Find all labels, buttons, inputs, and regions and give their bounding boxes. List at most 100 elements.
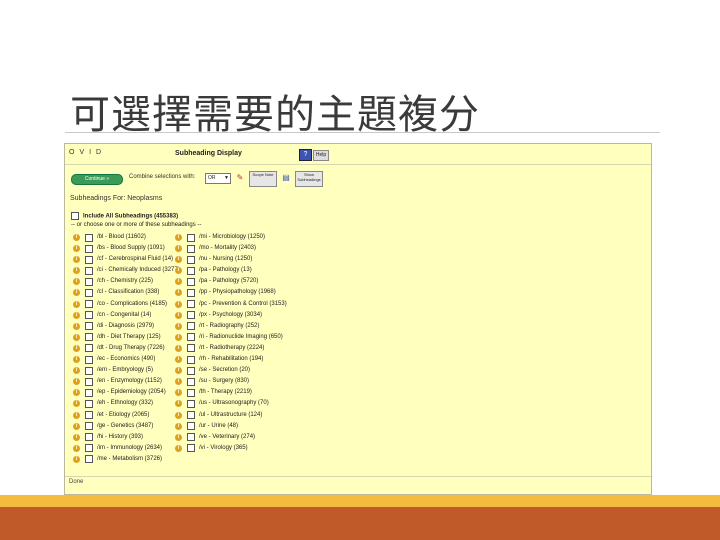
- subheading-checkbox[interactable]: [85, 433, 93, 442]
- subheading-checkbox[interactable]: [85, 288, 93, 297]
- subheading-checkbox[interactable]: [187, 255, 195, 264]
- subheading-checkbox[interactable]: [187, 344, 195, 353]
- subheading-checkbox[interactable]: [85, 399, 93, 408]
- info-icon[interactable]: i: [73, 344, 80, 352]
- info-icon[interactable]: i: [73, 433, 80, 441]
- subheading-checkbox[interactable]: [85, 255, 93, 264]
- info-icon[interactable]: i: [175, 356, 182, 364]
- info-icon[interactable]: i: [73, 311, 80, 319]
- subheading-checkbox[interactable]: [85, 344, 93, 353]
- info-icon[interactable]: i: [175, 389, 182, 397]
- include-all-checkbox[interactable]: [71, 212, 79, 220]
- info-icon[interactable]: i: [73, 444, 80, 452]
- subheading-checkbox[interactable]: [187, 322, 195, 331]
- scope-note-button[interactable]: Scope Note: [249, 171, 277, 187]
- info-icon[interactable]: i: [175, 245, 182, 253]
- subheading-checkbox[interactable]: [187, 277, 195, 286]
- help-button[interactable]: Help: [313, 150, 329, 161]
- subheading-checkbox[interactable]: [85, 333, 93, 342]
- subheading-checkbox[interactable]: [187, 399, 195, 408]
- subheading-label: /cf - Cerebrospinal Fluid (14): [97, 256, 174, 263]
- subheading-checkbox[interactable]: [187, 433, 195, 442]
- subheading-checkbox[interactable]: [187, 355, 195, 364]
- subheading-checkbox[interactable]: [85, 444, 93, 453]
- info-icon[interactable]: i: [73, 455, 80, 463]
- subheading-item: i/ep - Epidemiology (2054): [73, 387, 180, 398]
- scope-note-icon[interactable]: ✎: [235, 173, 245, 182]
- subheading-item: i/eh - Ethnology (332): [73, 398, 180, 409]
- subheading-checkbox[interactable]: [187, 266, 195, 275]
- info-icon[interactable]: i: [175, 444, 182, 452]
- subheading-checkbox[interactable]: [85, 277, 93, 286]
- info-icon[interactable]: i: [73, 289, 80, 297]
- continue-button[interactable]: Continue »: [71, 174, 123, 185]
- info-icon[interactable]: i: [73, 356, 80, 364]
- subheading-label: /rt - Radiography (252): [199, 322, 260, 329]
- info-icon[interactable]: i: [73, 234, 80, 241]
- info-icon[interactable]: i: [73, 411, 80, 419]
- info-icon[interactable]: i: [73, 422, 80, 430]
- subheading-checkbox[interactable]: [85, 388, 93, 397]
- subheading-checkbox[interactable]: [187, 366, 195, 375]
- subheading-checkbox[interactable]: [187, 244, 195, 253]
- info-icon[interactable]: i: [175, 333, 182, 341]
- info-icon[interactable]: i: [175, 433, 182, 441]
- subheading-checkbox[interactable]: [187, 377, 195, 386]
- info-icon[interactable]: i: [175, 422, 182, 430]
- info-icon[interactable]: i: [73, 378, 80, 386]
- subheading-checkbox[interactable]: [85, 244, 93, 253]
- info-icon[interactable]: i: [73, 400, 80, 408]
- subheading-checkbox[interactable]: [85, 233, 93, 242]
- info-icon[interactable]: i: [175, 278, 182, 286]
- info-icon[interactable]: i: [175, 234, 182, 241]
- info-icon[interactable]: i: [175, 367, 182, 375]
- subheading-checkbox[interactable]: [187, 311, 195, 320]
- subheading-checkbox[interactable]: [85, 366, 93, 375]
- info-icon[interactable]: i: [73, 389, 80, 397]
- info-icon[interactable]: i: [175, 289, 182, 297]
- subheading-item: i/rt - Radiography (252): [175, 321, 287, 332]
- subheading-checkbox[interactable]: [187, 422, 195, 431]
- info-icon[interactable]: i: [73, 278, 80, 286]
- info-icon[interactable]: i: [73, 333, 80, 341]
- subheading-checkbox[interactable]: [187, 333, 195, 342]
- info-icon[interactable]: i: [175, 344, 182, 352]
- info-icon[interactable]: i: [73, 300, 80, 308]
- info-icon[interactable]: i: [73, 256, 80, 264]
- info-icon[interactable]: i: [175, 267, 182, 275]
- subheading-checkbox[interactable]: [85, 455, 93, 464]
- info-icon[interactable]: i: [73, 367, 80, 375]
- info-icon[interactable]: i: [73, 245, 80, 253]
- tree-icon[interactable]: ▤: [281, 173, 291, 182]
- subheading-item: i/px - Psychology (3034): [175, 310, 287, 321]
- subheading-checkbox[interactable]: [187, 300, 195, 309]
- subheading-checkbox[interactable]: [85, 422, 93, 431]
- subheading-checkbox[interactable]: [187, 233, 195, 242]
- info-icon[interactable]: i: [175, 378, 182, 386]
- info-icon[interactable]: i: [175, 322, 182, 330]
- help-icon[interactable]: ?: [299, 149, 312, 161]
- info-icon[interactable]: i: [175, 311, 182, 319]
- subheading-item: i/th - Therapy (2219): [175, 387, 287, 398]
- subheading-checkbox[interactable]: [85, 411, 93, 419]
- info-icon[interactable]: i: [73, 267, 80, 275]
- subheading-checkbox[interactable]: [85, 300, 93, 309]
- subheading-checkbox[interactable]: [85, 311, 93, 320]
- info-icon[interactable]: i: [175, 300, 182, 308]
- subheading-checkbox[interactable]: [85, 266, 93, 275]
- subheading-checkbox[interactable]: [85, 377, 93, 386]
- subheading-checkbox[interactable]: [85, 355, 93, 364]
- subheading-checkbox[interactable]: [187, 388, 195, 397]
- info-icon[interactable]: i: [73, 322, 80, 330]
- combine-select[interactable]: OR ▼: [205, 173, 231, 184]
- subheading-checkbox[interactable]: [187, 444, 195, 453]
- subheading-item: i/mi - Microbiology (1250): [175, 232, 287, 243]
- subheading-item: i/di - Diagnosis (2979): [73, 321, 180, 332]
- subheading-checkbox[interactable]: [85, 322, 93, 331]
- show-subheadings-button[interactable]: Show Subheadings: [295, 171, 323, 187]
- info-icon[interactable]: i: [175, 256, 182, 264]
- info-icon[interactable]: i: [175, 400, 182, 408]
- subheading-checkbox[interactable]: [187, 411, 195, 419]
- info-icon[interactable]: i: [175, 411, 182, 419]
- subheading-checkbox[interactable]: [187, 288, 195, 297]
